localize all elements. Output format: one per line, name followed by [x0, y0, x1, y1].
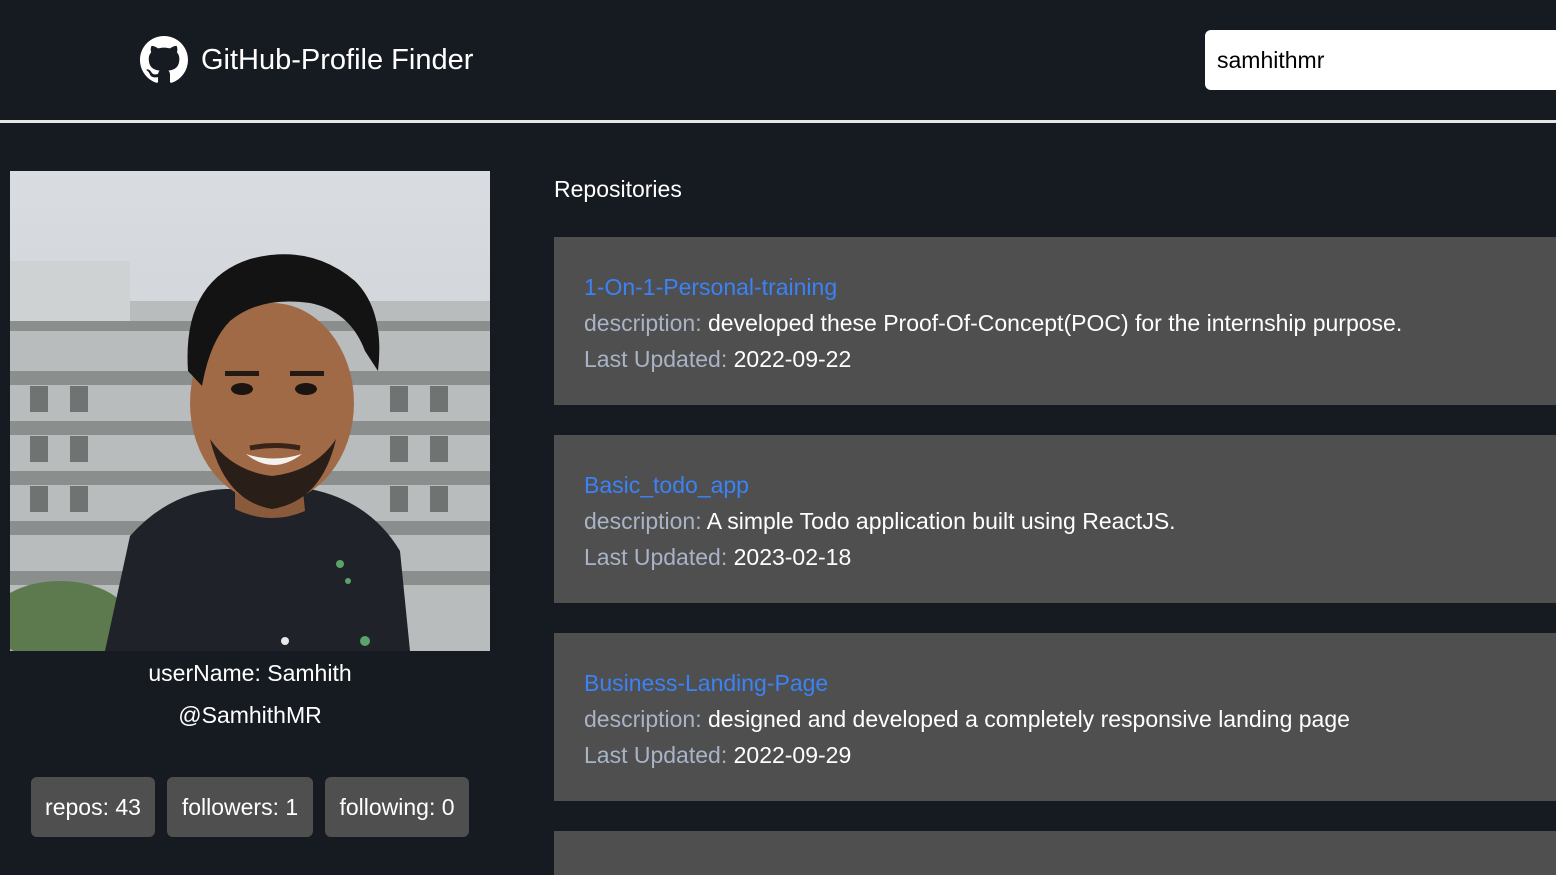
updated-label: Last Updated:: [584, 742, 728, 768]
repo-card: Business-Landing-Page description: desig…: [554, 633, 1556, 801]
updated-value: 2022-09-22: [733, 346, 852, 372]
github-octocat-icon: [140, 36, 188, 83]
avatar: [10, 171, 490, 651]
repos-count-badge: repos: 43: [31, 777, 155, 837]
repositories-heading: Repositories: [554, 176, 682, 202]
profile-username: userName: Samhith: [10, 660, 490, 687]
repo-description: description: A simple Todo application b…: [584, 503, 1556, 539]
updated-value: 2022-09-29: [733, 742, 852, 768]
profile-handle[interactable]: @SamhithMR: [10, 702, 490, 729]
repo-updated: Last Updated: 2022-09-22: [584, 341, 1556, 377]
updated-label: Last Updated:: [584, 544, 728, 570]
repo-card-partial: [554, 831, 1556, 875]
followers-count-badge: followers: 1: [167, 777, 313, 837]
app-title: GitHub-Profile Finder: [201, 43, 474, 76]
description-value: developed these Proof-Of-Concept(POC) fo…: [708, 310, 1403, 336]
updated-value: 2023-02-18: [733, 544, 852, 570]
description-value: A simple Todo application built using Re…: [706, 508, 1176, 534]
repo-link[interactable]: Business-Landing-Page: [584, 665, 1556, 701]
profile-photo: [10, 171, 490, 651]
description-label: description:: [584, 706, 702, 732]
repo-card: Basic_todo_app description: A simple Tod…: [554, 435, 1556, 603]
updated-label: Last Updated:: [584, 346, 728, 372]
description-value: designed and developed a completely resp…: [708, 706, 1350, 732]
repo-link[interactable]: 1-On-1-Personal-training: [584, 269, 1556, 305]
header-divider: [0, 120, 1556, 123]
repo-description: description: developed these Proof-Of-Co…: [584, 305, 1556, 341]
repo-updated: Last Updated: 2022-09-29: [584, 737, 1556, 773]
repo-description: description: designed and developed a co…: [584, 701, 1556, 737]
description-label: description:: [584, 508, 702, 534]
username-search-input[interactable]: [1205, 30, 1556, 90]
brand[interactable]: GitHub-Profile Finder: [140, 36, 473, 84]
username-label: userName:: [148, 660, 261, 686]
repo-link[interactable]: Basic_todo_app: [584, 467, 1556, 503]
repo-card: 1-On-1-Personal-training description: de…: [554, 237, 1556, 405]
username-value: Samhith: [267, 660, 352, 686]
repo-updated: Last Updated: 2023-02-18: [584, 539, 1556, 575]
following-count-badge: following: 0: [325, 777, 469, 837]
app-header: GitHub-Profile Finder: [0, 0, 1556, 120]
description-label: description:: [584, 310, 702, 336]
